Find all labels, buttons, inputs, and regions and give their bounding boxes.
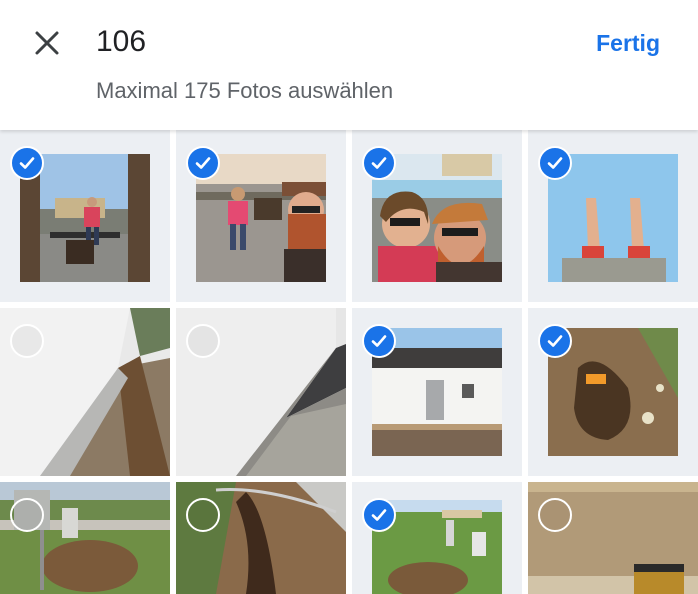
photo-tile[interactable] (528, 482, 698, 594)
photo-tile[interactable] (528, 130, 698, 302)
selected-check-icon (538, 324, 572, 358)
unselected-circle-icon (538, 498, 572, 532)
unselected-circle-icon (10, 324, 44, 358)
photo-tile[interactable] (352, 130, 522, 302)
photo-tile[interactable] (0, 482, 170, 594)
selected-check-icon (362, 146, 396, 180)
close-button[interactable] (26, 22, 68, 64)
selected-check-icon (362, 324, 396, 358)
unselected-circle-icon (186, 498, 220, 532)
photo-tile[interactable] (0, 130, 170, 302)
photo-tile[interactable] (528, 308, 698, 476)
close-icon (35, 31, 59, 55)
photo-tile[interactable] (352, 482, 522, 594)
selected-check-icon (362, 498, 396, 532)
photo-tile[interactable] (176, 482, 346, 594)
photo-tile[interactable] (176, 308, 346, 476)
photo-tile[interactable] (176, 130, 346, 302)
photo-grid (0, 130, 698, 594)
selection-limit-text: Maximal 175 Fotos auswählen (96, 78, 394, 103)
unselected-circle-icon (186, 324, 220, 358)
selection-header: 106 Fertig Maximal 175 Fotos auswählen (0, 0, 698, 130)
unselected-circle-icon (10, 498, 44, 532)
done-button[interactable]: Fertig (596, 26, 660, 60)
photo-tile[interactable] (0, 308, 170, 476)
selected-check-icon (10, 146, 44, 180)
selected-count: 106 (96, 25, 147, 58)
selected-check-icon (538, 146, 572, 180)
photo-tile[interactable] (352, 308, 522, 476)
selected-check-icon (186, 146, 220, 180)
